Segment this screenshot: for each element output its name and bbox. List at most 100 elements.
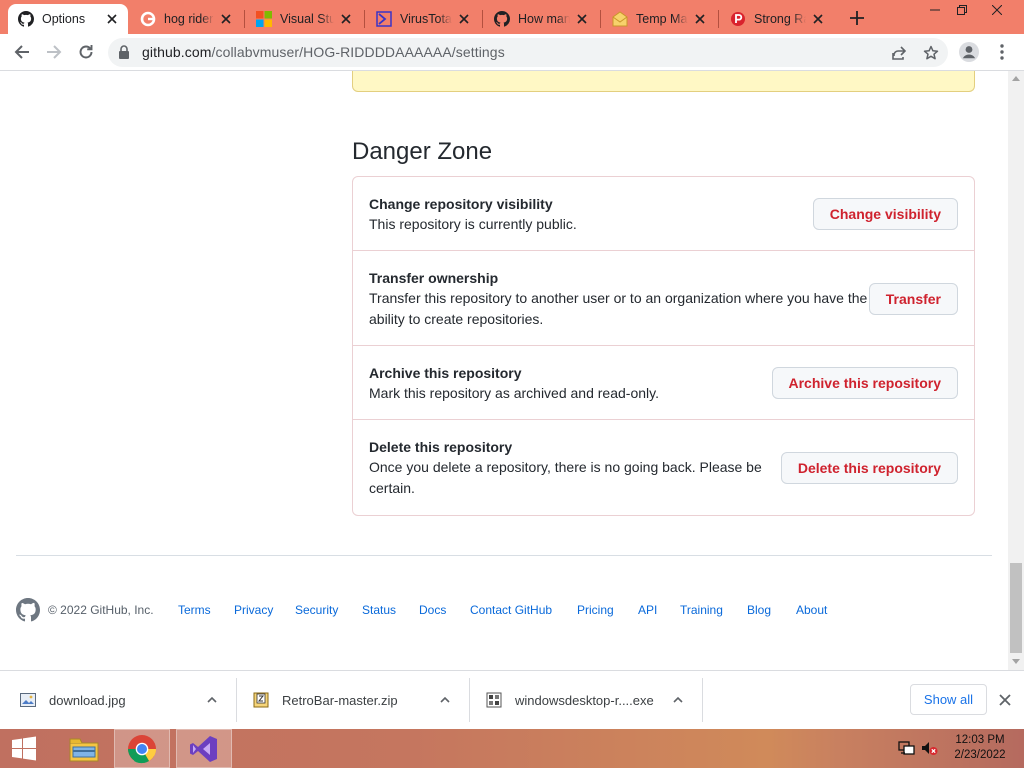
back-button[interactable] bbox=[9, 39, 35, 65]
danger-row-description: This repository is currently public. bbox=[369, 216, 577, 232]
windows-start-icon bbox=[12, 736, 36, 760]
danger-row-heading: Change repository visibility bbox=[369, 196, 553, 212]
clock-date: 2/23/2022 bbox=[954, 749, 1006, 761]
microsoft-icon bbox=[256, 11, 272, 27]
page-scrollbar[interactable] bbox=[1008, 71, 1024, 670]
close-tab-icon[interactable] bbox=[338, 11, 354, 27]
bookmark-star-icon[interactable] bbox=[921, 43, 941, 63]
footer-link-api[interactable]: API bbox=[638, 603, 657, 617]
taskbar-file-explorer[interactable] bbox=[56, 729, 112, 768]
visual-studio-icon bbox=[190, 735, 217, 762]
virustotal-icon bbox=[376, 11, 392, 27]
download-filename: windowsdesktop-r....exe bbox=[515, 693, 654, 708]
zip-file-icon bbox=[253, 692, 269, 708]
kebab-menu-icon bbox=[1000, 44, 1004, 60]
tab-hog-rider[interactable]: hog rider bbox=[130, 4, 242, 34]
scroll-down-arrow-icon[interactable] bbox=[1012, 659, 1020, 664]
address-bar[interactable]: github.com/collabvmuser/HOG-RIDDDDAAAAAA… bbox=[108, 38, 948, 67]
restore-button[interactable] bbox=[947, 0, 977, 20]
scroll-up-arrow-icon[interactable] bbox=[1012, 76, 1020, 81]
footer-link-terms[interactable]: Terms bbox=[178, 603, 211, 617]
close-tab-icon[interactable] bbox=[574, 11, 590, 27]
close-window-button[interactable] bbox=[982, 0, 1012, 20]
installer-file-icon bbox=[486, 692, 502, 708]
arrow-left-icon bbox=[14, 45, 29, 59]
forward-button[interactable] bbox=[41, 39, 67, 65]
download-filename: download.jpg bbox=[49, 693, 126, 708]
close-tab-icon[interactable] bbox=[810, 11, 826, 27]
footer-link-blog[interactable]: Blog bbox=[747, 603, 771, 617]
close-icon bbox=[992, 5, 1002, 15]
new-tab-button[interactable] bbox=[846, 7, 868, 29]
avatar-icon bbox=[959, 42, 979, 62]
close-tab-icon[interactable] bbox=[218, 11, 234, 27]
footer-copyright: © 2022 GitHub, Inc. bbox=[48, 603, 154, 617]
share-icon[interactable] bbox=[889, 43, 909, 63]
footer-link-pricing[interactable]: Pricing bbox=[577, 603, 614, 617]
minimize-icon bbox=[930, 9, 940, 11]
tab-how-many[interactable]: How man bbox=[484, 4, 598, 34]
minimize-button[interactable] bbox=[920, 0, 950, 20]
tab-temp-mail[interactable]: Temp Ma bbox=[602, 4, 716, 34]
footer-link-status[interactable]: Status bbox=[362, 603, 396, 617]
tab-title: Temp Ma bbox=[636, 12, 688, 26]
transfer-button[interactable]: Transfer bbox=[868, 283, 958, 315]
footer-link-security[interactable]: Security bbox=[295, 603, 338, 617]
reload-button[interactable] bbox=[73, 39, 99, 65]
github-mark-icon[interactable] bbox=[16, 598, 40, 627]
show-all-downloads-button[interactable]: Show all bbox=[910, 684, 987, 715]
google-icon bbox=[140, 11, 156, 27]
taskbar-chrome[interactable] bbox=[114, 729, 170, 768]
footer-link-contact-github[interactable]: Contact GitHub bbox=[470, 603, 552, 617]
download-shelf: download.jpg RetroBar-master.zip windows… bbox=[0, 670, 1024, 729]
footer-divider bbox=[16, 555, 992, 556]
delete-repository-button[interactable]: Delete this repository bbox=[780, 452, 958, 484]
chevron-up-icon[interactable] bbox=[671, 693, 685, 707]
close-tab-icon[interactable] bbox=[104, 11, 120, 27]
scrollbar-thumb[interactable] bbox=[1010, 563, 1022, 653]
danger-row-delete: Delete this repository Once you delete a… bbox=[353, 420, 974, 515]
close-tab-icon[interactable] bbox=[692, 11, 708, 27]
download-item[interactable]: windowsdesktop-r....exe bbox=[470, 671, 702, 729]
footer-link-privacy[interactable]: Privacy bbox=[234, 603, 273, 617]
footer-link-docs[interactable]: Docs bbox=[419, 603, 446, 617]
tab-visual-studio[interactable]: Visual Stu bbox=[246, 4, 362, 34]
footer-link-about[interactable]: About bbox=[796, 603, 827, 617]
download-item[interactable]: RetroBar-master.zip bbox=[237, 671, 469, 729]
browser-menu-button[interactable] bbox=[989, 39, 1015, 65]
footer-link-training[interactable]: Training bbox=[680, 603, 723, 617]
tab-virustotal[interactable]: VirusTotal bbox=[366, 4, 480, 34]
network-icon[interactable] bbox=[898, 739, 916, 757]
url-text: github.com/collabvmuser/HOG-RIDDDDAAAAAA… bbox=[142, 44, 505, 60]
danger-row-description-line2: ability to create repositories. bbox=[369, 311, 544, 327]
flash-notice bbox=[352, 71, 975, 92]
danger-row-description-line1: Transfer this repository to another user… bbox=[369, 290, 868, 306]
taskbar-visual-studio[interactable] bbox=[176, 729, 232, 768]
chevron-up-icon[interactable] bbox=[438, 693, 452, 707]
strong-random-icon bbox=[730, 11, 746, 27]
windows-taskbar: 12:03 PM 2/23/2022 bbox=[0, 729, 1024, 768]
danger-row-heading: Archive this repository bbox=[369, 365, 522, 381]
download-item[interactable]: download.jpg bbox=[0, 671, 236, 729]
danger-row-visibility: Change repository visibility This reposi… bbox=[353, 177, 974, 251]
volume-muted-icon[interactable] bbox=[920, 739, 938, 757]
taskbar-clock[interactable]: 12:03 PM 2/23/2022 bbox=[944, 733, 1016, 763]
close-shelf-button[interactable] bbox=[996, 691, 1014, 709]
profile-button[interactable] bbox=[956, 39, 982, 65]
tab-strong-random[interactable]: Strong Ra bbox=[720, 4, 834, 34]
github-icon bbox=[18, 11, 34, 27]
tab-options[interactable]: Options bbox=[8, 4, 128, 34]
file-explorer-icon bbox=[69, 738, 99, 761]
close-icon bbox=[999, 694, 1011, 706]
image-file-icon bbox=[20, 692, 36, 708]
close-tab-icon[interactable] bbox=[456, 11, 472, 27]
lock-icon[interactable] bbox=[118, 45, 130, 64]
github-icon bbox=[494, 11, 510, 27]
danger-zone-box: Change repository visibility This reposi… bbox=[352, 176, 975, 516]
restore-icon bbox=[957, 5, 967, 15]
change-visibility-button[interactable]: Change visibility bbox=[812, 198, 958, 230]
archive-repository-button[interactable]: Archive this repository bbox=[771, 367, 958, 399]
chevron-up-icon[interactable] bbox=[205, 693, 219, 707]
start-button[interactable] bbox=[0, 729, 48, 768]
tab-title: How man bbox=[518, 12, 570, 26]
